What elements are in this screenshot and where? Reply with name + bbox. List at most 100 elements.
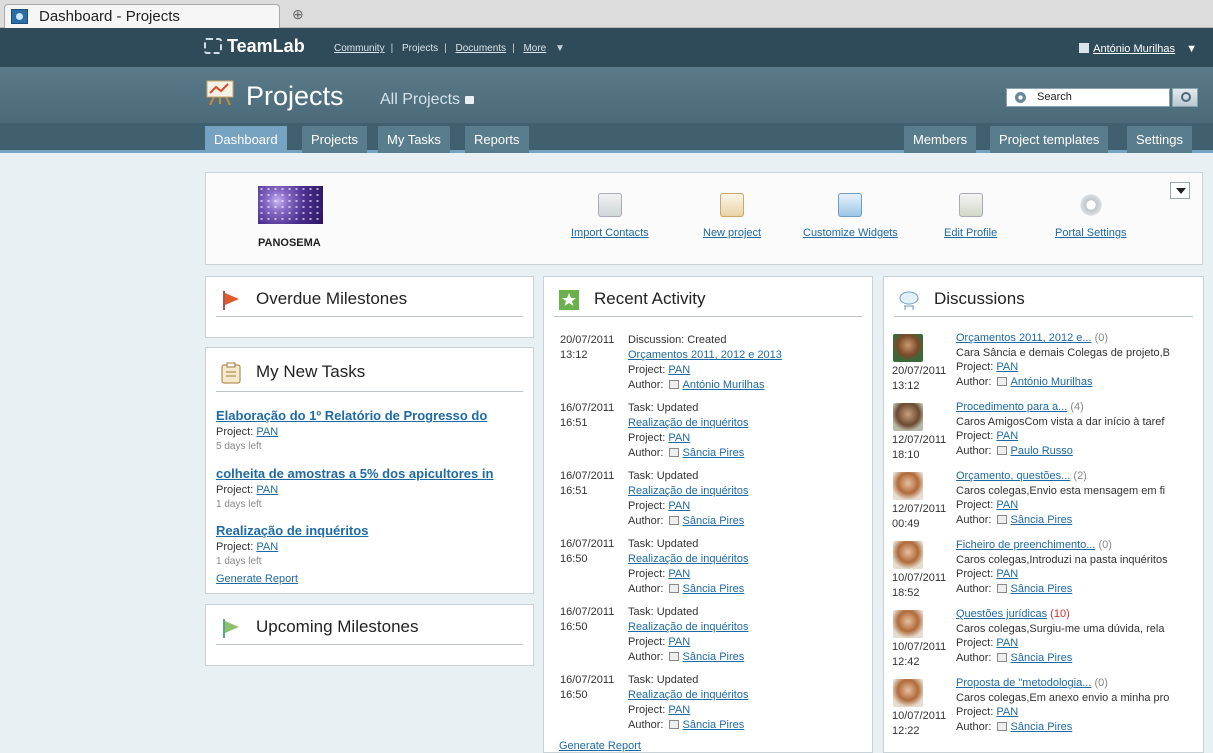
project-link[interactable]: PAN <box>996 499 1018 511</box>
tab-settings[interactable]: Settings <box>1127 126 1192 153</box>
nav-more[interactable]: More <box>523 43 546 54</box>
activity-link[interactable]: Realização de inquéritos <box>628 552 748 567</box>
project-link[interactable]: PAN <box>996 430 1018 442</box>
author-label: Author: <box>628 651 664 663</box>
generate-report-link[interactable]: Generate Report <box>559 740 641 752</box>
customize-widgets-action[interactable]: Customize Widgets <box>803 193 898 239</box>
all-projects-dropdown[interactable]: All Projects <box>380 91 475 109</box>
customize-widgets-link[interactable]: Customize Widgets <box>803 227 898 239</box>
activity-link[interactable]: Realização de inquéritos <box>628 416 748 431</box>
discussion-item: 12/07/2011 00:49 Orçamento, questões... (2… <box>892 469 1203 533</box>
project-link[interactable]: PAN <box>256 541 278 553</box>
user-icon <box>668 380 679 389</box>
import-contacts-action[interactable]: Import Contacts <box>571 193 649 239</box>
author-link[interactable]: Sância Pires <box>683 447 745 459</box>
author-link[interactable]: Sância Pires <box>683 651 745 663</box>
quick-actions-menu-button[interactable] <box>1170 182 1190 199</box>
user-icon <box>668 516 679 525</box>
my-new-tasks-widget: My New Tasks Elaboração do 1º Relatório … <box>205 347 534 594</box>
project-link[interactable]: PAN <box>996 637 1018 649</box>
module-header: Projects All Projects Search <box>0 67 1213 123</box>
project-link[interactable]: PAN <box>668 704 690 716</box>
task-link[interactable]: Elaboração do 1º Relatório de Progresso … <box>216 408 525 423</box>
project-label: Project: <box>216 541 254 553</box>
portal-settings-action[interactable]: Portal Settings <box>1055 193 1127 239</box>
search-input[interactable]: Search <box>1006 88 1170 107</box>
new-project-link[interactable]: New project <box>703 227 761 239</box>
discussion-body: Orçamentos 2011, 2012 e... (0) Cara Sânci… <box>956 331 1203 389</box>
more-dropdown-icon[interactable]: ▼ <box>555 43 565 54</box>
days-left: 1 days left <box>216 556 262 567</box>
discussion-title-link[interactable]: Procedimento para a... <box>956 401 1067 413</box>
tab-reports[interactable]: Reports <box>465 126 529 153</box>
discussion-item: 20/07/2011 13:12 Orçamentos 2011, 2012 e..… <box>892 331 1203 395</box>
nav-projects[interactable]: Projects <box>402 43 438 54</box>
project-link[interactable]: PAN <box>996 361 1018 373</box>
activity-link[interactable]: Realização de inquéritos <box>628 484 748 499</box>
project-link[interactable]: PAN <box>668 364 690 376</box>
discussion-title-link[interactable]: Ficheiro de preenchimento... <box>956 539 1095 551</box>
project-link[interactable]: PAN <box>256 426 278 438</box>
project-link[interactable]: PAN <box>668 568 690 580</box>
project-link[interactable]: PAN <box>256 484 278 496</box>
activity-type: Discussion: Created <box>628 334 727 346</box>
author-link[interactable]: António Murilhas <box>683 379 765 391</box>
discussion-excerpt: Caros colegas,Surgiu-me uma dúvida, rela <box>956 622 1165 635</box>
author-link[interactable]: Sância Pires <box>1011 583 1073 595</box>
user-name[interactable]: António Murilhas <box>1093 43 1175 55</box>
task-link[interactable]: Realização de inquéritos <box>216 523 525 538</box>
author-link[interactable]: António Murilhas <box>1011 376 1093 388</box>
discussion-title-link[interactable]: Orçamento, questões... <box>956 470 1070 482</box>
task-link[interactable]: colheita de amostras a 5% dos apicultore… <box>216 466 525 481</box>
nav-documents[interactable]: Documents <box>455 43 506 54</box>
user-dropdown-icon[interactable]: ▼ <box>1186 43 1197 55</box>
tab-project-templates[interactable]: Project templates <box>990 126 1109 153</box>
portal-settings-link[interactable]: Portal Settings <box>1055 227 1127 239</box>
teamlab-logo[interactable]: TeamLab <box>204 36 305 57</box>
new-tab-button[interactable]: ⊕ <box>292 6 304 23</box>
tab-projects[interactable]: Projects <box>302 126 367 153</box>
author-link[interactable]: Sância Pires <box>1011 514 1073 526</box>
import-contacts-link[interactable]: Import Contacts <box>571 227 649 239</box>
author-link[interactable]: Sância Pires <box>1011 721 1073 733</box>
nav-community[interactable]: Community <box>334 43 385 54</box>
activity-project: Project: PAN <box>628 431 690 446</box>
user-icon <box>996 514 1007 524</box>
project-link[interactable]: PAN <box>996 706 1018 718</box>
overdue-milestones-header: Overdue Milestones <box>216 289 523 317</box>
quick-actions-panel: PANOSEMA Import Contacts New project Cus… <box>205 172 1203 265</box>
project-link[interactable]: PAN <box>668 432 690 444</box>
edit-profile-link[interactable]: Edit Profile <box>944 227 997 239</box>
activity-link[interactable]: Realização de inquéritos <box>628 620 748 635</box>
search-button[interactable] <box>1172 88 1198 107</box>
user-icon <box>996 721 1007 731</box>
project-link[interactable]: PAN <box>668 500 690 512</box>
tab-dashboard[interactable]: Dashboard <box>205 126 287 153</box>
discussion-title-link[interactable]: Questões jurídicas <box>956 608 1047 620</box>
discussion-title-link[interactable]: Proposta de "metodologia... <box>956 677 1091 689</box>
author-link[interactable]: Sância Pires <box>683 515 745 527</box>
tab-members[interactable]: Members <box>904 126 977 153</box>
generate-report-link[interactable]: Generate Report <box>216 573 298 585</box>
user-menu[interactable]: António Murilhas ▼ <box>1079 43 1197 55</box>
author-link[interactable]: Sância Pires <box>683 719 745 731</box>
activity-link[interactable]: Realização de inquéritos <box>628 688 748 703</box>
project-link[interactable]: PAN <box>668 636 690 648</box>
author-link[interactable]: Sância Pires <box>683 583 745 595</box>
activity-link[interactable]: Orçamentos 2011, 2012 e 2013 <box>628 348 782 363</box>
user-icon <box>996 376 1007 386</box>
new-project-action[interactable]: New project <box>703 193 761 239</box>
module-tabs: Dashboard Projects My Tasks Reports Memb… <box>0 123 1213 153</box>
browser-tab[interactable]: Dashboard - Projects <box>4 4 280 28</box>
upcoming-milestones-header: Upcoming Milestones <box>216 617 523 645</box>
author-link[interactable]: Paulo Russo <box>1011 445 1073 457</box>
discussion-title-link[interactable]: Orçamentos 2011, 2012 e... <box>956 332 1092 344</box>
project-link[interactable]: PAN <box>996 568 1018 580</box>
project-label: Project: <box>628 364 666 376</box>
discussion-time: 18:10 <box>892 448 920 461</box>
tab-my-tasks[interactable]: My Tasks <box>378 126 450 153</box>
author-link[interactable]: Sância Pires <box>1011 652 1073 664</box>
discussion-date: 10/07/2011 <box>892 641 947 653</box>
overdue-milestones-widget: Overdue Milestones <box>205 276 534 338</box>
edit-profile-action[interactable]: Edit Profile <box>944 193 997 239</box>
